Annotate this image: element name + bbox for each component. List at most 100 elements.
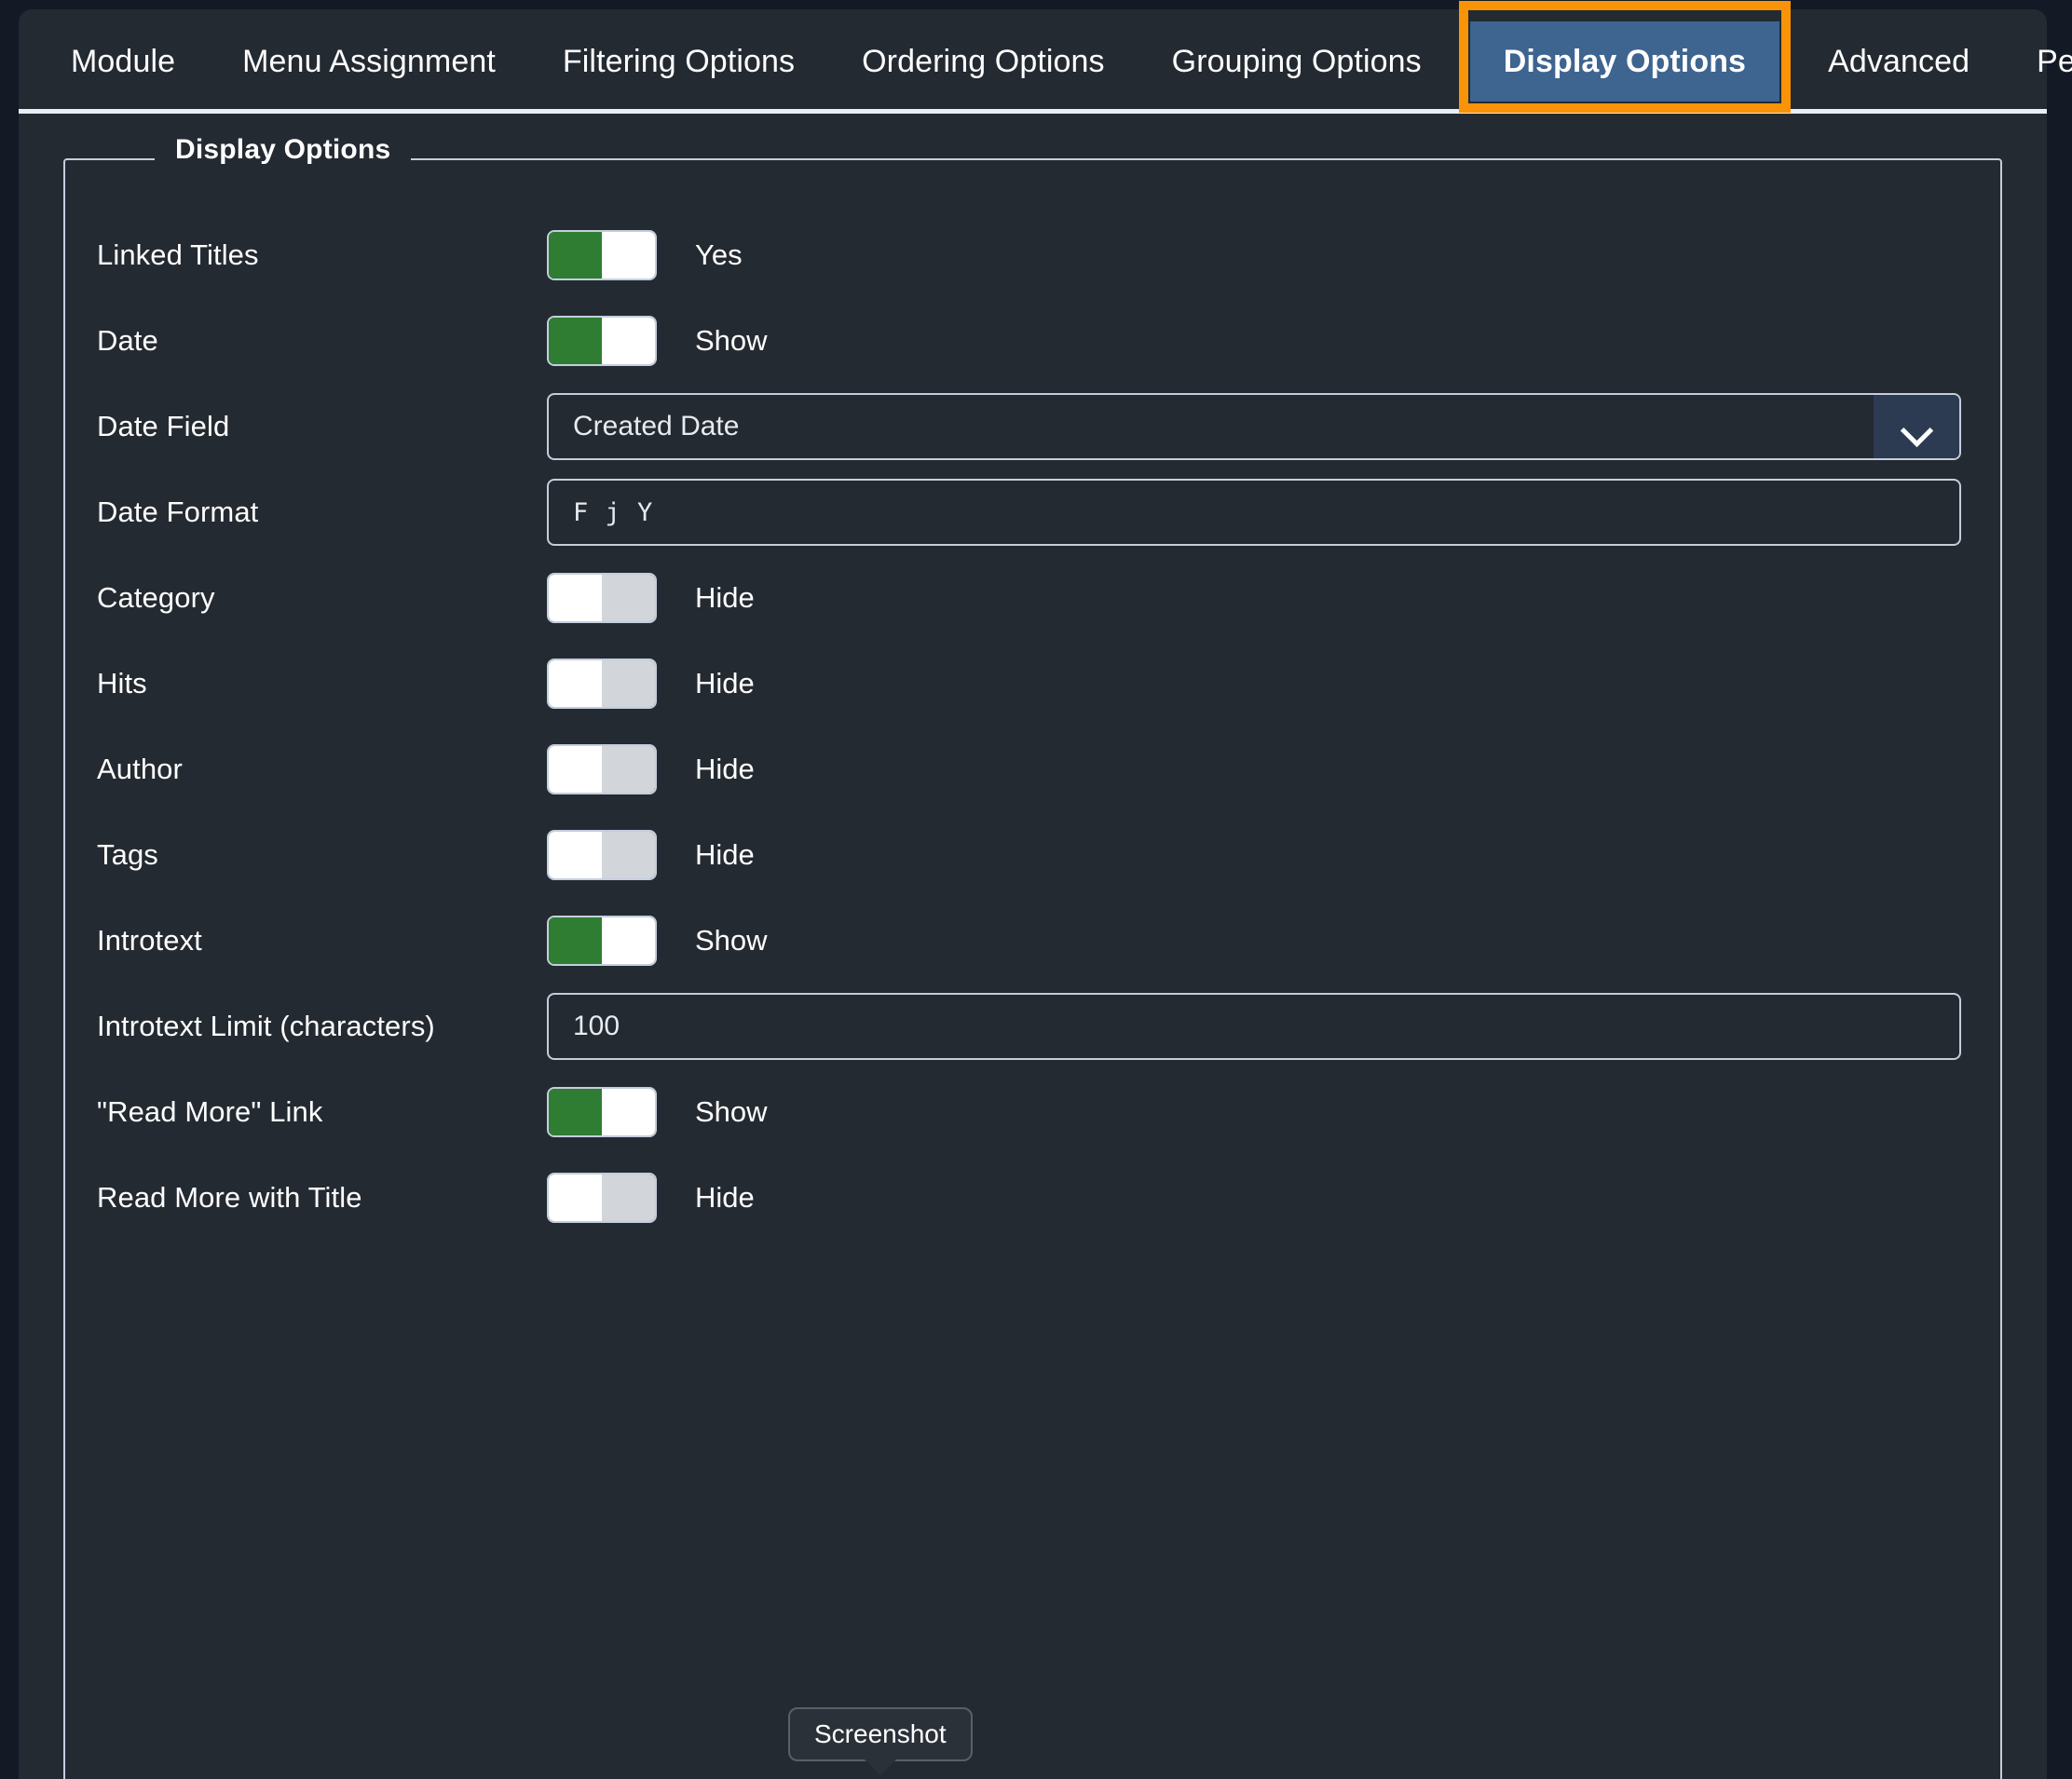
- field-control: Created Date: [547, 393, 2000, 460]
- toggle-track-right: [602, 746, 655, 793]
- form-row-read-more-link: "Read More" Link Show: [65, 1069, 2000, 1155]
- input-date-format[interactable]: F j Y: [547, 479, 1961, 546]
- toggle-date[interactable]: [547, 316, 657, 366]
- toggle-track-left: [549, 575, 602, 621]
- field-control: Hide: [547, 573, 2000, 623]
- toggle-track-right: [602, 318, 655, 364]
- tab-permissions[interactable]: Permissions: [2003, 21, 2072, 102]
- toggle-state-label: Hide: [695, 667, 755, 700]
- field-label-date-format: Date Format: [97, 495, 547, 529]
- toggle-track-right: [602, 1175, 655, 1221]
- chevron-down-icon: [1902, 419, 1930, 434]
- toggle-track-left: [549, 660, 602, 707]
- tab-ordering-options[interactable]: Ordering Options: [828, 21, 1138, 102]
- form-row-linked-titles: Linked Titles Yes: [65, 212, 2000, 298]
- toggle-track-left: [549, 832, 602, 878]
- tab-module[interactable]: Module: [37, 21, 209, 102]
- field-label-tags: Tags: [97, 837, 547, 872]
- toggle-author[interactable]: [547, 744, 657, 794]
- field-label-date-field: Date Field: [97, 409, 547, 443]
- form-row-date: Date Show: [65, 298, 2000, 384]
- form-row-tags: Tags Hide: [65, 812, 2000, 898]
- field-control: Show: [547, 916, 2000, 966]
- display-options-form: Linked Titles Yes Date Show Date FieldCreate…: [65, 160, 2000, 1241]
- toggle-track-right: [602, 575, 655, 621]
- field-control: Hide: [547, 659, 2000, 709]
- form-row-category: Category Hide: [65, 555, 2000, 641]
- form-row-hits: Hits Hide: [65, 641, 2000, 727]
- tab-advanced[interactable]: Advanced: [1794, 21, 2003, 102]
- toggle-tags[interactable]: [547, 830, 657, 880]
- input-introtext-limit-characters[interactable]: 100: [547, 993, 1961, 1060]
- field-control: Hide: [547, 1173, 2000, 1223]
- field-label-hits: Hits: [97, 666, 547, 700]
- tab-display-options[interactable]: Display Options: [1470, 21, 1779, 102]
- toggle-linked-titles[interactable]: [547, 230, 657, 280]
- toggle-track-left: [549, 232, 602, 278]
- toggle-state-label: Show: [695, 324, 768, 358]
- toggle-track-right: [602, 660, 655, 707]
- field-control: F j Y: [547, 479, 2000, 546]
- form-row-author: Author Hide: [65, 727, 2000, 812]
- tab-label: Permissions: [2037, 44, 2072, 79]
- module-settings-screen: Module Menu Assignment Filtering Options Or…: [0, 0, 2072, 1779]
- toggle-read-more-with-title[interactable]: [547, 1173, 657, 1223]
- tab-label: Advanced: [1828, 44, 1970, 79]
- field-label-author: Author: [97, 752, 547, 786]
- tab-label: Ordering Options: [862, 44, 1105, 79]
- input-value: F j Y: [549, 498, 1959, 527]
- toggle-read-more-link[interactable]: [547, 1087, 657, 1137]
- toggle-track-left: [549, 917, 602, 964]
- field-label-introtext-limit-characters: Introtext Limit (characters): [97, 1009, 547, 1043]
- toggle-track-right: [602, 917, 655, 964]
- field-control: 100: [547, 993, 2000, 1060]
- field-control: Show: [547, 1087, 2000, 1137]
- toggle-hits[interactable]: [547, 659, 657, 709]
- toggle-state-label: Show: [695, 924, 768, 957]
- toggle-introtext[interactable]: [547, 916, 657, 966]
- toggle-category[interactable]: [547, 573, 657, 623]
- toggle-track-right: [602, 232, 655, 278]
- toggle-state-label: Hide: [695, 581, 755, 615]
- field-control: Hide: [547, 744, 2000, 794]
- toggle-state-label: Hide: [695, 838, 755, 872]
- content-panel: Module Menu Assignment Filtering Options Or…: [19, 9, 2047, 1779]
- toggle-track-left: [549, 1089, 602, 1135]
- field-control: Hide: [547, 830, 2000, 880]
- dropdown-toggle-button[interactable]: [1874, 395, 1959, 458]
- screenshot-tooltip: Screenshot: [788, 1707, 973, 1761]
- toggle-state-label: Hide: [695, 1181, 755, 1215]
- form-row-date-format: Date FormatF j Y: [65, 469, 2000, 555]
- tab-label: Display Options: [1504, 44, 1746, 79]
- tab-label: Module: [71, 44, 175, 79]
- field-label-category: Category: [97, 580, 547, 615]
- field-label-date: Date: [97, 323, 547, 358]
- tab-menu-assignment[interactable]: Menu Assignment: [209, 21, 529, 102]
- toggle-track-left: [549, 318, 602, 364]
- form-row-date-field: Date FieldCreated Date: [65, 384, 2000, 469]
- toggle-track-left: [549, 746, 602, 793]
- toggle-state-label: Yes: [695, 238, 743, 272]
- display-options-fieldset: Display Options Linked TitlesYesDateShow…: [63, 158, 2002, 1779]
- toggle-track-right: [602, 1089, 655, 1135]
- form-row-read-more-with-title: Read More with Title Hide: [65, 1155, 2000, 1241]
- select-date-field[interactable]: Created Date: [547, 393, 1961, 460]
- toggle-track-left: [549, 1175, 602, 1221]
- toggle-state-label: Show: [695, 1095, 768, 1129]
- field-label-read-more-with-title: Read More with Title: [97, 1180, 547, 1215]
- field-control: Show: [547, 316, 2000, 366]
- field-control: Yes: [547, 230, 2000, 280]
- tab-label: Menu Assignment: [242, 44, 496, 79]
- form-row-introtext-limit-characters: Introtext Limit (characters)100: [65, 984, 2000, 1069]
- tab-label: Filtering Options: [563, 44, 795, 79]
- toggle-state-label: Hide: [695, 753, 755, 786]
- toggle-track-right: [602, 832, 655, 878]
- field-label-read-more-link: "Read More" Link: [97, 1094, 547, 1129]
- field-label-linked-titles: Linked Titles: [97, 238, 547, 272]
- tab-filtering-options[interactable]: Filtering Options: [529, 21, 828, 102]
- tab-bar: Module Menu Assignment Filtering Options Or…: [19, 9, 2047, 114]
- field-label-introtext: Introtext: [97, 923, 547, 957]
- select-value: Created Date: [549, 411, 1874, 442]
- tab-grouping-options[interactable]: Grouping Options: [1138, 21, 1455, 102]
- tab-label: Grouping Options: [1172, 44, 1422, 79]
